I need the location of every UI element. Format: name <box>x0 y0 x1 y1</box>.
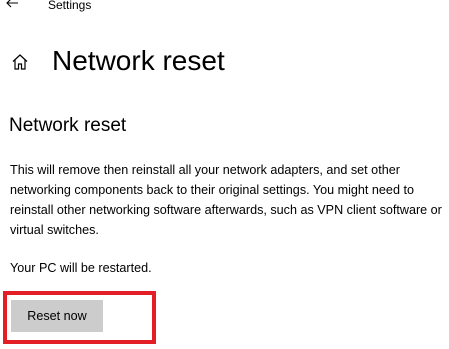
page-title: Network reset <box>52 45 225 76</box>
section-title: Network reset <box>9 115 127 136</box>
restart-note: Your PC will be restarted. <box>10 261 152 275</box>
description-text: This will remove then reinstall all your… <box>10 163 442 237</box>
home-icon[interactable] <box>10 52 30 72</box>
page-header: Network reset <box>0 40 449 84</box>
settings-window: Settings Network reset Network reset Thi… <box>0 0 449 349</box>
app-title: Settings <box>48 0 92 12</box>
reset-now-button[interactable]: Reset now <box>11 300 103 332</box>
back-arrow-icon[interactable] <box>5 0 19 10</box>
title-bar: Settings <box>0 0 449 14</box>
